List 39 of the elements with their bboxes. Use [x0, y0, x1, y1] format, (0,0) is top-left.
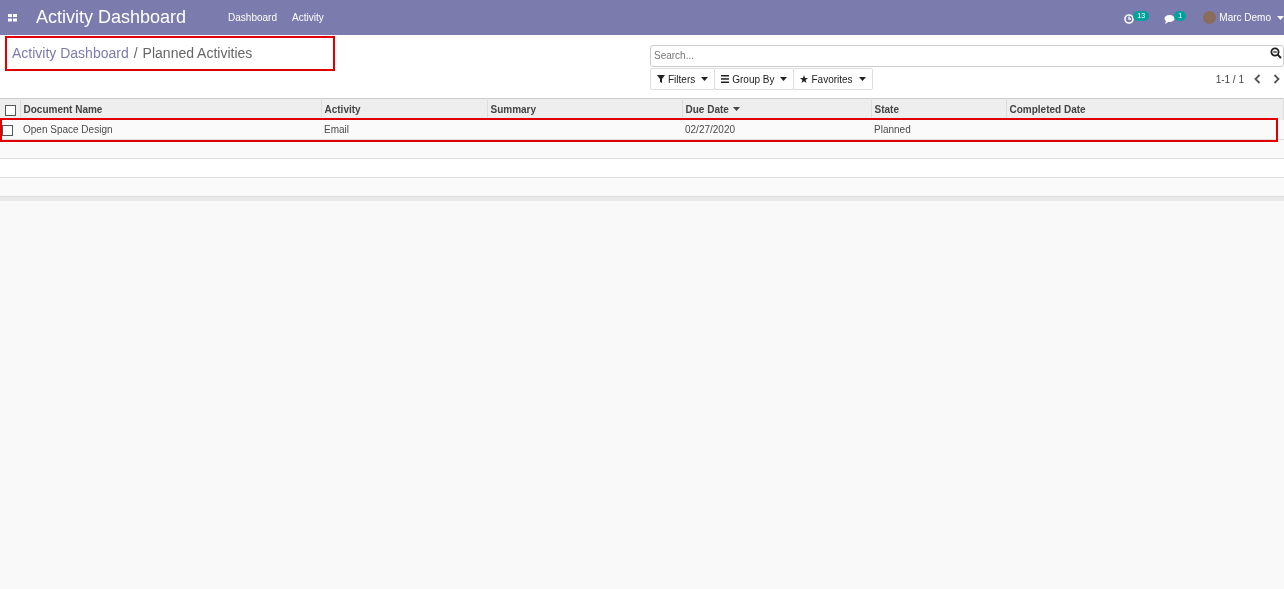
checkbox[interactable]: [2, 124, 13, 136]
column-header[interactable]: Activity: [324, 101, 361, 117]
caret-icon: [701, 77, 709, 81]
caret-icon: [1277, 15, 1284, 20]
column-header[interactable]: Document Name: [23, 101, 103, 117]
caret-icon: [780, 77, 788, 81]
filter-dropdown-button[interactable]: Favorites: [793, 68, 873, 90]
chat-icon[interactable]: [1164, 13, 1176, 24]
clock-icon[interactable]: [1124, 13, 1135, 24]
breadcrumb-current: Planned Activities: [142, 44, 253, 63]
search-icon[interactable]: [1270, 47, 1282, 59]
table-cell: Open Space Design: [23, 123, 113, 135]
next-icon[interactable]: [1273, 74, 1280, 84]
filter-dropdown-button[interactable]: Filters: [650, 68, 716, 90]
table-cell: 02/27/2020: [685, 123, 736, 135]
menu-link[interactable]: Dashboard: [228, 10, 277, 25]
breadcrumb-separator: /: [133, 44, 138, 63]
checkbox[interactable]: [5, 104, 17, 116]
column-header[interactable]: Due Date: [685, 101, 740, 117]
filter-dropdown-button[interactable]: Group By: [714, 68, 795, 90]
sort-icon: [732, 107, 740, 112]
breadcrumb-link[interactable]: Activity Dashboard: [12, 43, 129, 64]
menu-link[interactable]: Activity: [292, 10, 324, 25]
column-header[interactable]: Completed Date: [1009, 101, 1086, 117]
filter-icon[interactable]: [657, 75, 665, 83]
table-cell: Planned: [874, 123, 911, 135]
column-header[interactable]: Summary: [490, 101, 537, 117]
pager-count: 1-1 / 1: [1215, 72, 1244, 87]
column-header[interactable]: State: [874, 101, 899, 117]
star-icon[interactable]: [800, 75, 809, 83]
search-field[interactable]: Search...: [650, 44, 1284, 67]
apps-menu-icon[interactable]: [8, 13, 17, 22]
app-title: Activity Dashboard: [36, 6, 187, 29]
user-menu[interactable]: Marc Demo: [1219, 10, 1271, 25]
avatar: [1203, 11, 1217, 24]
caret-icon: [858, 77, 866, 81]
list-icon[interactable]: [721, 75, 730, 83]
previous-icon[interactable]: [1254, 74, 1261, 84]
table-cell: Email: [324, 123, 349, 135]
